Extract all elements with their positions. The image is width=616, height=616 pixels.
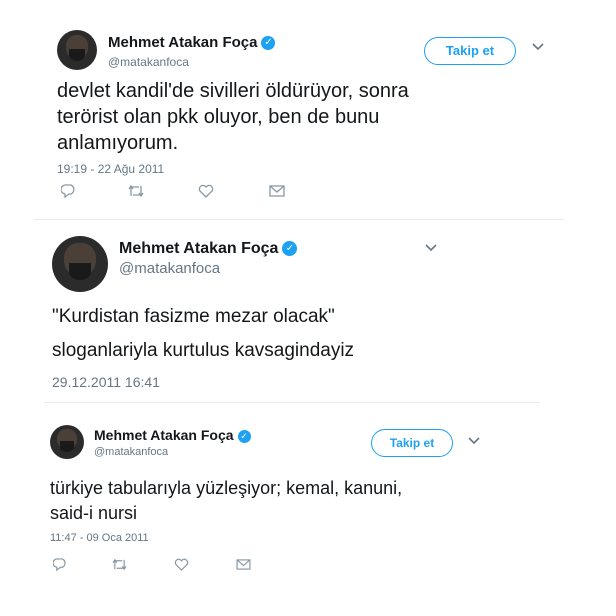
reply-icon[interactable] (53, 558, 68, 571)
author-name[interactable]: Mehmet Atakan Foça ✓ (108, 34, 276, 51)
divider (34, 219, 564, 220)
follow-button[interactable]: Takip et (424, 37, 516, 65)
envelope-icon[interactable] (269, 185, 285, 197)
avatar[interactable] (52, 236, 108, 292)
avatar[interactable] (50, 425, 84, 459)
envelope-icon[interactable] (236, 559, 251, 570)
author-handle[interactable]: @matakanfoca (94, 446, 168, 458)
chevron-down-icon[interactable] (467, 436, 481, 446)
divider (44, 402, 540, 403)
avatar[interactable] (57, 30, 97, 70)
author-handle[interactable]: @matakanfoca (108, 55, 189, 69)
follow-button[interactable]: Takip et (371, 429, 453, 457)
tweet-text-line: "Kurdistan fasizme mezar olacak" (52, 306, 335, 327)
timestamp[interactable]: 11:47 - 09 Oca 2011 (50, 532, 149, 544)
verified-badge-icon: ✓ (282, 241, 298, 257)
reply-icon[interactable] (61, 184, 77, 198)
author-name[interactable]: Mehmet Atakan Foça ✓ (94, 427, 251, 443)
tweet-text-line: devlet kandil'de sivilleri öldürüyor, so… (57, 80, 409, 102)
timestamp[interactable]: 19:19 - 22 Ağu 2011 (57, 162, 164, 176)
tweet-text-line: sloganlariyla kurtulus kavsagindayiz (52, 340, 355, 361)
chevron-down-icon[interactable] (531, 42, 545, 52)
tweet-text-line: anlamıyorum. (57, 132, 179, 154)
heart-icon[interactable] (174, 558, 189, 571)
retweet-icon[interactable] (127, 184, 145, 198)
retweet-icon[interactable] (111, 558, 128, 571)
heart-icon[interactable] (198, 184, 214, 198)
verified-badge-icon: ✓ (237, 429, 251, 443)
author-handle[interactable]: @matakanfoca (119, 260, 220, 277)
tweet-text-line: türkiye tabularıyla yüzleşiyor; kemal, k… (50, 478, 403, 498)
chevron-down-icon[interactable] (424, 243, 438, 253)
tweet-text-line: terörist olan pkk oluyor, ben de bunu (57, 106, 380, 128)
tweet-text-line: said-i nursi (50, 503, 138, 523)
author-name[interactable]: Mehmet Atakan Foça ✓ (119, 240, 298, 258)
timestamp[interactable]: 29.12.2011 16:41 (52, 374, 160, 390)
verified-badge-icon: ✓ (261, 36, 276, 51)
